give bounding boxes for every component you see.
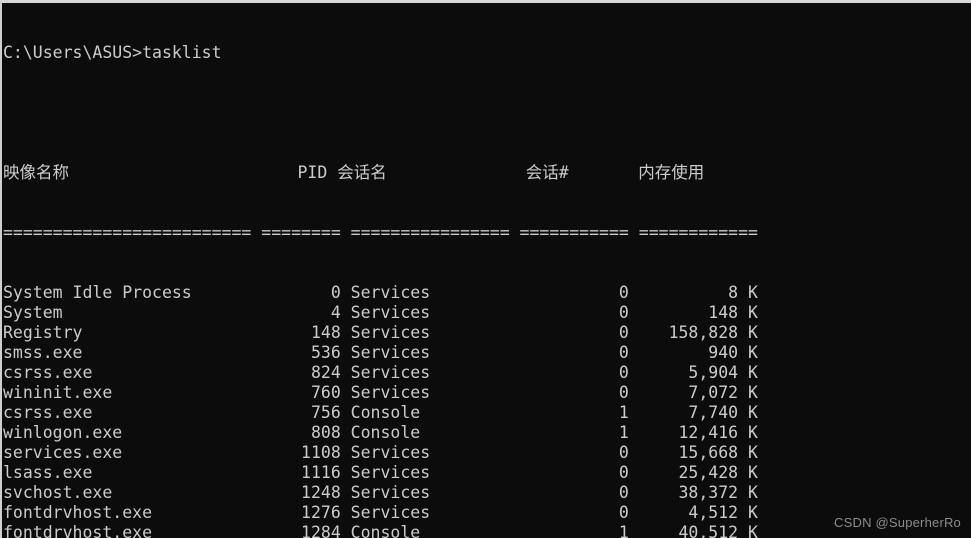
table-row: svchost.exe 1248 Services 0 38,372 K: [3, 483, 758, 502]
prompt-line: C:\Users\ASUS>tasklist: [3, 43, 222, 62]
table-separator-row: ========================= ======== =====…: [3, 223, 758, 242]
table-row: fontdrvhost.exe 1284 Console 1 40,512 K: [3, 523, 758, 538]
console-text-buffer[interactable]: C:\Users\ASUS>tasklist 映像名称 PID 会话名 会话# …: [3, 3, 971, 538]
table-row: Registry 148 Services 0 158,828 K: [3, 323, 758, 342]
table-row: csrss.exe 756 Console 1 7,740 K: [3, 403, 758, 422]
process-list: System Idle Process 0 Services 0 8 K Syst…: [3, 283, 971, 538]
table-row: csrss.exe 824 Services 0 5,904 K: [3, 363, 758, 382]
table-row: wininit.exe 760 Services 0 7,072 K: [3, 383, 758, 402]
window-left-border: [0, 0, 2, 538]
table-row: winlogon.exe 808 Console 1 12,416 K: [3, 423, 758, 442]
table-row: fontdrvhost.exe 1276 Services 0 4,512 K: [3, 503, 758, 522]
table-row: System 4 Services 0 148 K: [3, 303, 758, 322]
table-header-row: 映像名称 PID 会话名 会话# 内存使用: [3, 163, 705, 182]
table-row: lsass.exe 1116 Services 0 25,428 K: [3, 463, 758, 482]
table-row: System Idle Process 0 Services 0 8 K: [3, 283, 758, 302]
csdn-watermark: CSDN @SuperherRo: [834, 515, 961, 530]
table-row: services.exe 1108 Services 0 15,668 K: [3, 443, 758, 462]
command-prompt-window[interactable]: C:\Users\ASUS>tasklist 映像名称 PID 会话名 会话# …: [0, 0, 971, 538]
table-row: smss.exe 536 Services 0 940 K: [3, 343, 758, 362]
